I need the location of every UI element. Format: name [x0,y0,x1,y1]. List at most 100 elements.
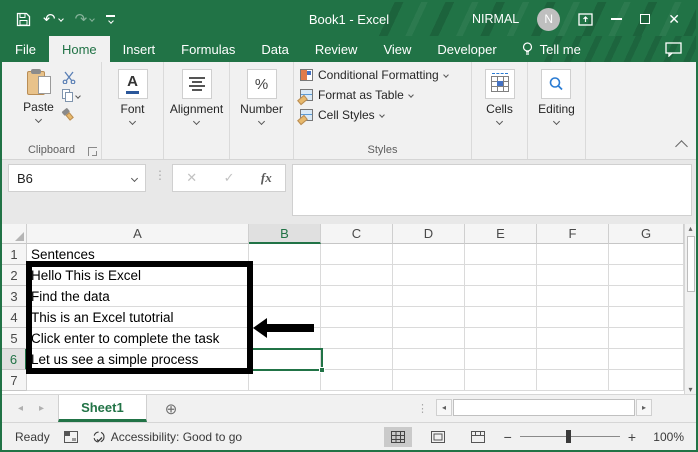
vertical-scrollbar[interactable]: ▴ ▾ [684,224,696,394]
tab-insert[interactable]: Insert [110,36,169,62]
cell-c4[interactable] [321,307,393,328]
cell-e5[interactable] [465,328,537,349]
cell-c5[interactable] [321,328,393,349]
cell-d6[interactable] [393,349,465,370]
number-button[interactable]: % Number [240,67,283,126]
paste-button[interactable]: Paste [23,67,54,124]
comment-icon[interactable] [665,41,682,57]
normal-view-button[interactable] [383,426,412,447]
clipboard-dialog-launcher-icon[interactable] [88,147,97,156]
column-header-a[interactable]: A [27,224,249,244]
cell-a4[interactable]: This is an Excel tutotrial [27,307,249,328]
undo-button[interactable]: ↶ [43,12,64,27]
vertical-scroll-thumb[interactable] [686,236,695,292]
tab-formulas[interactable]: Formulas [168,36,248,62]
avatar[interactable]: N [537,7,561,31]
column-header-b[interactable]: B [249,224,321,244]
cell-g2[interactable] [609,265,684,286]
cell-e7[interactable] [465,370,537,391]
editing-button[interactable]: Editing [538,67,575,126]
close-button[interactable]: ✕ [668,12,680,26]
scroll-down-icon[interactable]: ▾ [688,385,692,394]
cell-d3[interactable] [393,286,465,307]
cell-f7[interactable] [537,370,609,391]
cut-button[interactable] [62,71,80,84]
tab-developer[interactable]: Developer [424,36,509,62]
enter-icon[interactable]: ✓ [224,170,235,186]
cell-f4[interactable] [537,307,609,328]
cell-g5[interactable] [609,328,684,349]
page-break-preview-button[interactable] [464,427,492,447]
cell-f5[interactable] [537,328,609,349]
cancel-icon[interactable]: ✕ [186,170,197,186]
cell-e4[interactable] [465,307,537,328]
customize-qat-button[interactable] [106,15,116,24]
scroll-left-icon[interactable]: ◂ [436,399,452,416]
cell-d2[interactable] [393,265,465,286]
cell-d5[interactable] [393,328,465,349]
cell-b7[interactable] [249,370,321,391]
maximize-button[interactable] [640,14,651,24]
alignment-button[interactable]: Alignment [170,67,223,126]
tab-data[interactable]: Data [248,36,301,62]
row-header-1[interactable]: 1 [2,244,27,265]
formula-input[interactable] [292,164,692,216]
row-header-5[interactable]: 5 [2,328,27,349]
cell-b2[interactable] [249,265,321,286]
row-header-4[interactable]: 4 [2,307,27,328]
cell-styles-button[interactable]: Cell Styles [300,107,385,123]
cell-g3[interactable] [609,286,684,307]
cell-g1[interactable] [609,244,684,265]
cells-button[interactable]: Cells [484,67,515,126]
cell-a2[interactable]: Hello This is Excel [27,265,249,286]
tab-review[interactable]: Review [302,36,371,62]
cell-d1[interactable] [393,244,465,265]
column-header-f[interactable]: F [537,224,609,244]
tab-view[interactable]: View [370,36,424,62]
conditional-formatting-button[interactable]: Conditional Formatting [300,67,449,83]
column-header-e[interactable]: E [465,224,537,244]
tab-file[interactable]: File [2,36,49,62]
horizontal-scrollbar[interactable]: ◂ ▸ [436,398,676,417]
cell-e1[interactable] [465,244,537,265]
sheet-tab-sheet1[interactable]: Sheet1 [58,395,147,422]
zoom-out-button[interactable]: − [504,429,512,445]
sheet-prev-icon[interactable]: ◂ [18,403,23,414]
zoom-slider-handle[interactable] [565,430,571,443]
cell-a7[interactable] [27,370,249,391]
column-header-g[interactable]: G [609,224,684,244]
format-painter-button[interactable] [61,107,80,121]
cell-a3[interactable]: Find the data [27,286,249,307]
cell-c1[interactable] [321,244,393,265]
cell-d7[interactable] [393,370,465,391]
row-header-2[interactable]: 2 [2,265,27,286]
save-icon[interactable] [16,12,31,27]
row-header-7[interactable]: 7 [2,370,27,391]
column-header-c[interactable]: C [321,224,393,244]
formula-bar-splitter[interactable]: ⋮ [154,168,166,182]
tab-home[interactable]: Home [48,36,110,62]
cell-e6[interactable] [465,349,537,370]
collapse-ribbon-button[interactable] [675,140,688,153]
redo-button[interactable]: ↷ [75,12,95,27]
cell-g6[interactable] [609,349,684,370]
cell-f6[interactable] [537,349,609,370]
name-box[interactable]: B6 [8,164,146,192]
sheet-next-icon[interactable]: ▸ [39,403,44,414]
copy-button[interactable] [61,89,81,102]
tell-me-button[interactable]: Tell me [510,36,593,62]
accessibility-status[interactable]: Accessibility: Good to go [92,430,242,444]
cell-a1[interactable]: Sentences [27,244,249,265]
column-header-d[interactable]: D [393,224,465,244]
tab-scroll-splitter[interactable]: ⋮ [417,402,428,415]
cell-b1[interactable] [249,244,321,265]
minimize-button[interactable] [611,18,623,20]
cell-d4[interactable] [393,307,465,328]
page-layout-view-button[interactable] [424,427,452,447]
cell-a5[interactable]: Click enter to complete the task [27,328,249,349]
fill-handle[interactable] [319,367,325,373]
cell-e2[interactable] [465,265,537,286]
name-box-dropdown[interactable] [123,165,145,191]
cell-a6[interactable]: Let us see a simple process [27,349,249,370]
insert-function-icon[interactable]: fx [261,170,272,186]
